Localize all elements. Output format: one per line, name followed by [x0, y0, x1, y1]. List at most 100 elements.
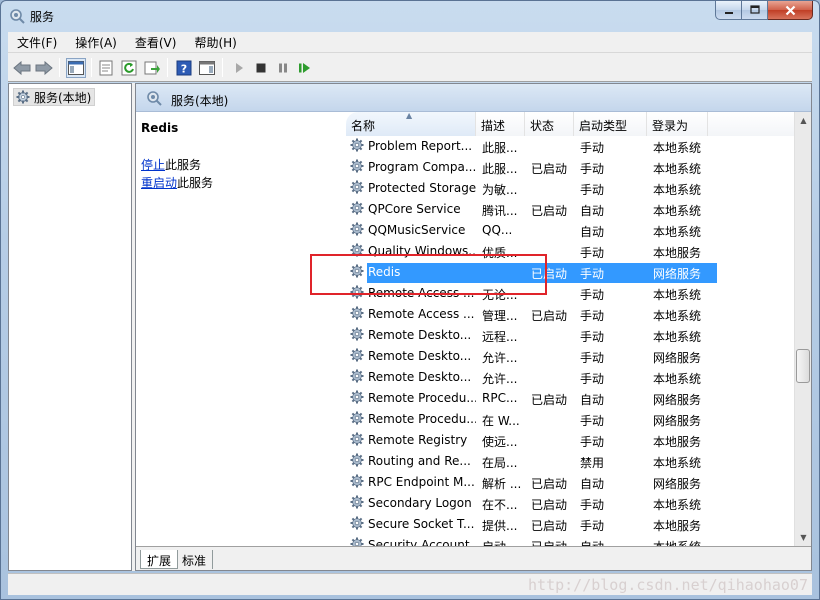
- menu-help[interactable]: 帮助(H): [185, 34, 245, 51]
- service-startup-type-cell: 自动: [580, 204, 605, 218]
- table-row[interactable]: Remote Procedu... 在 W... 手动 网络服务: [346, 409, 716, 430]
- table-row[interactable]: Remote Registry 使远... 手动 本地服务: [346, 430, 716, 451]
- start-service-button[interactable]: [229, 58, 249, 78]
- services-list: ▲ 名称 描述 状态 启动类型 登录为 Problem Report... 此服…: [346, 112, 811, 546]
- service-logon-cell: 网络服务: [653, 414, 702, 428]
- properties-button[interactable]: [96, 58, 116, 78]
- table-row[interactable]: QPCore Service 腾讯... 已启动 自动 本地系统: [346, 199, 716, 220]
- table-row[interactable]: Protected Storage 为敏... 手动 本地系统: [346, 178, 716, 199]
- services-gear-icon: [16, 90, 30, 104]
- window-title: 服务: [30, 10, 55, 24]
- stop-service-link[interactable]: 停止: [141, 158, 165, 172]
- menu-view[interactable]: 查看(V): [126, 34, 186, 51]
- vertical-scrollbar[interactable]: ▲ ▼: [794, 112, 811, 546]
- service-logon-cell: 网络服务: [653, 477, 702, 491]
- table-row[interactable]: RPC Endpoint M... 解析 ... 已启动 自动 网络服务: [346, 472, 716, 493]
- tab-extended[interactable]: 扩展: [140, 550, 179, 569]
- close-button[interactable]: [768, 1, 813, 20]
- service-name-cell: Program Compa...: [368, 160, 476, 174]
- restart-service-link[interactable]: 重启动: [141, 176, 177, 190]
- service-startup-type-cell: 手动: [580, 330, 605, 344]
- column-header-name[interactable]: ▲ 名称: [346, 112, 476, 136]
- service-status-cell: 已启动: [531, 538, 577, 546]
- service-gear-icon: [350, 222, 364, 236]
- show-action-pane-button[interactable]: [197, 58, 217, 78]
- redis-highlight-annotation: [310, 254, 547, 295]
- view-tabs: 扩展 标准: [136, 546, 811, 570]
- service-description-cell: RPC...: [482, 391, 518, 405]
- table-row[interactable]: Problem Report... 此服... 手动 本地系统: [346, 136, 716, 157]
- service-logon-cell: 本地系统: [653, 538, 713, 546]
- service-name-cell: Protected Storage: [368, 181, 476, 195]
- service-name-cell: Remote Procedu...: [368, 391, 476, 405]
- help-icon: ?: [176, 60, 192, 76]
- table-row[interactable]: QQMusicService QQ... 自动 本地系统: [346, 220, 716, 241]
- menu-file[interactable]: 文件(F): [8, 34, 66, 51]
- service-name-cell: Remote Access ...: [368, 307, 475, 321]
- column-header-description[interactable]: 描述: [476, 112, 525, 136]
- service-description-cell: 远程...: [482, 330, 518, 344]
- service-logon-cell: 本地系统: [653, 162, 702, 176]
- service-name-cell: Remote Deskto...: [368, 370, 472, 384]
- service-name-cell: Remote Procedu...: [368, 412, 476, 426]
- table-row[interactable]: Routing and Re... 在局... 禁用 本地系统: [346, 451, 716, 472]
- stop-service-action: 停止此服务: [141, 156, 201, 173]
- service-gear-icon: [350, 474, 364, 488]
- service-startup-type-cell: 手动: [580, 309, 605, 323]
- column-header-startup-type[interactable]: 启动类型: [574, 112, 647, 136]
- service-name-cell: QPCore Service: [368, 202, 461, 216]
- refresh-button[interactable]: [119, 58, 139, 78]
- service-logon-cell: 网络服务: [653, 393, 702, 407]
- scroll-down-arrow-icon[interactable]: ▼: [796, 529, 811, 546]
- table-row[interactable]: Remote Deskto... 远程... 手动 本地系统: [346, 325, 716, 346]
- table-row[interactable]: Remote Deskto... 允许... 手动 网络服务: [346, 346, 716, 367]
- service-logon-cell: 本地系统: [653, 372, 702, 386]
- minimize-icon: [724, 12, 733, 14]
- panel-header: 服务(本地): [136, 84, 811, 112]
- minimize-button[interactable]: [715, 1, 742, 20]
- service-startup-type-cell: 自动: [580, 538, 646, 546]
- tree-item-services-local[interactable]: 服务(本地): [13, 88, 96, 106]
- service-gear-icon: [350, 180, 364, 194]
- status-bar: http://blog.csdn.net/qihaohao07: [8, 573, 812, 595]
- watermark: http://blog.csdn.net/qihaohao07: [528, 576, 808, 594]
- help-button[interactable]: ?: [174, 58, 194, 78]
- back-button[interactable]: [12, 58, 32, 78]
- table-row[interactable]: Program Compa... 此服... 已启动 手动 本地系统: [346, 157, 716, 178]
- table-row[interactable]: Remote Procedu... RPC... 已启动 自动 网络服务: [346, 388, 716, 409]
- maximize-button[interactable]: [742, 1, 768, 20]
- title-bar[interactable]: 服务: [1, 1, 819, 31]
- service-name-cell: QQMusicService: [368, 223, 466, 237]
- table-row[interactable]: Remote Access ... 管理... 已启动 手动 本地系统: [346, 304, 716, 325]
- menu-bar: 文件(F) 操作(A) 查看(V) 帮助(H): [8, 32, 812, 53]
- action-suffix: 此服务: [165, 158, 202, 172]
- service-startup-type-cell: 自动: [580, 225, 605, 239]
- service-startup-type-cell: 手动: [580, 183, 605, 197]
- table-row[interactable]: Security Account... 启动... 已启动自动本地系统: [346, 535, 716, 546]
- column-header-log-on-as[interactable]: 登录为: [647, 112, 708, 136]
- service-logon-cell: 本地系统: [653, 456, 702, 470]
- restart-service-button[interactable]: [295, 58, 315, 78]
- service-name-cell: Routing and Re...: [368, 454, 471, 468]
- table-row[interactable]: Remote Deskto... 允许... 手动 本地系统: [346, 367, 716, 388]
- pause-service-button[interactable]: [273, 58, 293, 78]
- tab-standard[interactable]: 标准: [176, 550, 214, 569]
- scroll-thumb[interactable]: [796, 349, 810, 383]
- table-row[interactable]: Secondary Logon 在不... 已启动 手动 本地系统: [346, 493, 716, 514]
- scroll-up-arrow-icon[interactable]: ▲: [796, 112, 811, 129]
- service-startup-type-cell: 手动: [580, 519, 605, 533]
- service-status-cell: 已启动: [531, 162, 568, 176]
- service-description-cell: 允许...: [482, 372, 518, 386]
- export-list-button[interactable]: [142, 58, 162, 78]
- menu-action[interactable]: 操作(A): [66, 34, 126, 51]
- export-icon: [144, 61, 160, 75]
- service-gear-icon: [350, 432, 364, 446]
- stop-service-button[interactable]: [251, 58, 271, 78]
- properties-icon: [99, 60, 113, 76]
- service-gear-icon: [350, 348, 364, 362]
- show-console-tree-button[interactable]: [66, 58, 86, 78]
- table-row[interactable]: Secure Socket T... 提供... 已启动 手动 本地服务: [346, 514, 716, 535]
- service-status-cell: 已启动: [531, 393, 568, 407]
- forward-button[interactable]: [34, 58, 54, 78]
- column-header-status[interactable]: 状态: [525, 112, 574, 136]
